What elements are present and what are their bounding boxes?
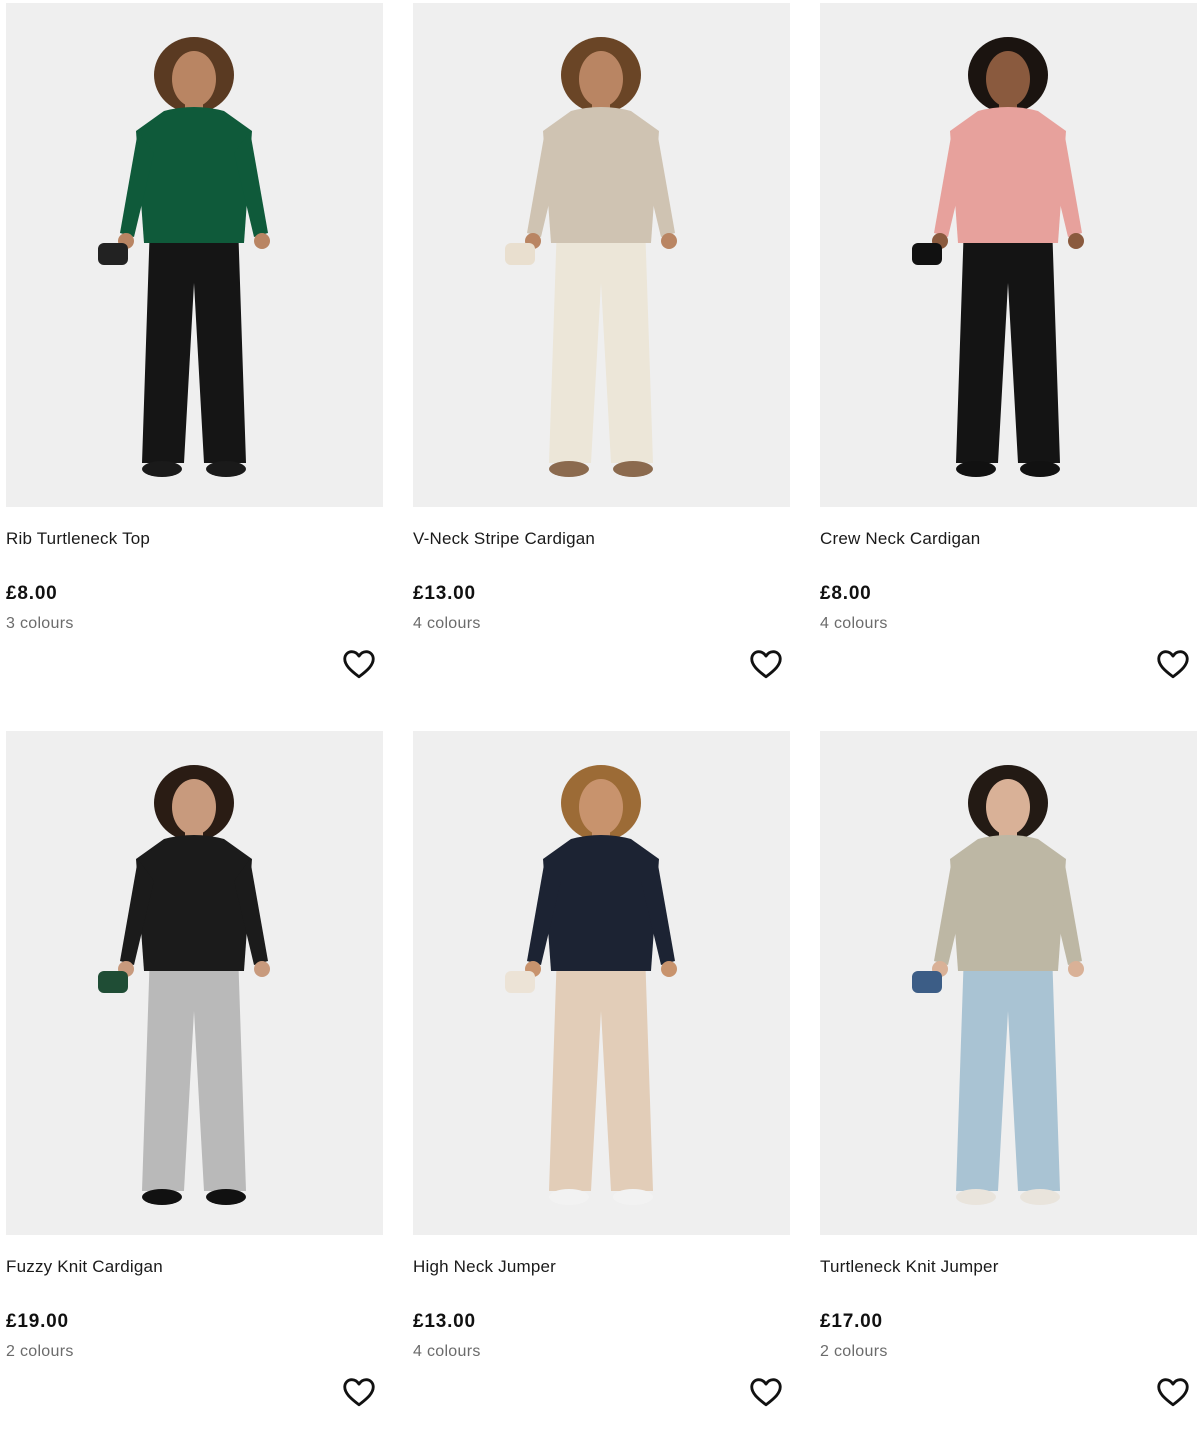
- product-price: £17.00: [820, 1311, 883, 1332]
- product-image[interactable]: [413, 3, 790, 507]
- product-image[interactable]: [6, 731, 383, 1235]
- product-image[interactable]: [820, 731, 1197, 1235]
- product-colours: 4 colours: [413, 1343, 481, 1360]
- product-card[interactable]: Crew Neck Cardigan £8.00 4 colours: [820, 3, 1197, 703]
- heart-outline-icon: [343, 650, 375, 679]
- model-photo: [413, 3, 790, 507]
- product-price: £13.00: [413, 1311, 476, 1332]
- heart-outline-icon: [750, 650, 782, 679]
- product-name[interactable]: Turtleneck Knit Jumper: [820, 1257, 999, 1277]
- product-card[interactable]: Turtleneck Knit Jumper £17.00 2 colours: [820, 731, 1197, 1431]
- product-image[interactable]: [6, 3, 383, 507]
- product-price: £13.00: [413, 583, 476, 604]
- product-image[interactable]: [413, 731, 790, 1235]
- product-colours: 2 colours: [820, 1343, 888, 1360]
- product-name[interactable]: High Neck Jumper: [413, 1257, 556, 1277]
- wishlist-button[interactable]: [1155, 646, 1191, 682]
- product-colours: 2 colours: [6, 1343, 74, 1360]
- product-card[interactable]: Fuzzy Knit Cardigan £19.00 2 colours: [6, 731, 383, 1431]
- product-price: £19.00: [6, 1311, 69, 1332]
- heart-outline-icon: [1157, 650, 1189, 679]
- wishlist-button[interactable]: [748, 646, 784, 682]
- product-colours: 4 colours: [413, 615, 481, 632]
- product-image[interactable]: [820, 3, 1197, 507]
- product-price: £8.00: [820, 583, 872, 604]
- model-photo: [820, 3, 1197, 507]
- product-name[interactable]: V-Neck Stripe Cardigan: [413, 529, 595, 549]
- product-card[interactable]: Rib Turtleneck Top £8.00 3 colours: [6, 3, 383, 703]
- product-grid: Rib Turtleneck Top £8.00 3 colours V-Nec…: [0, 0, 1200, 1407]
- product-card[interactable]: V-Neck Stripe Cardigan £13.00 4 colours: [413, 3, 790, 703]
- product-colours: 3 colours: [6, 615, 74, 632]
- model-photo: [820, 731, 1197, 1235]
- model-photo: [413, 731, 790, 1235]
- product-name[interactable]: Crew Neck Cardigan: [820, 529, 980, 549]
- model-photo: [6, 731, 383, 1235]
- model-photo: [6, 3, 383, 507]
- product-price: £8.00: [6, 583, 58, 604]
- wishlist-button[interactable]: [341, 646, 377, 682]
- product-card[interactable]: High Neck Jumper £13.00 4 colours: [413, 731, 790, 1431]
- product-name[interactable]: Fuzzy Knit Cardigan: [6, 1257, 163, 1277]
- product-colours: 4 colours: [820, 615, 888, 632]
- product-name[interactable]: Rib Turtleneck Top: [6, 529, 150, 549]
